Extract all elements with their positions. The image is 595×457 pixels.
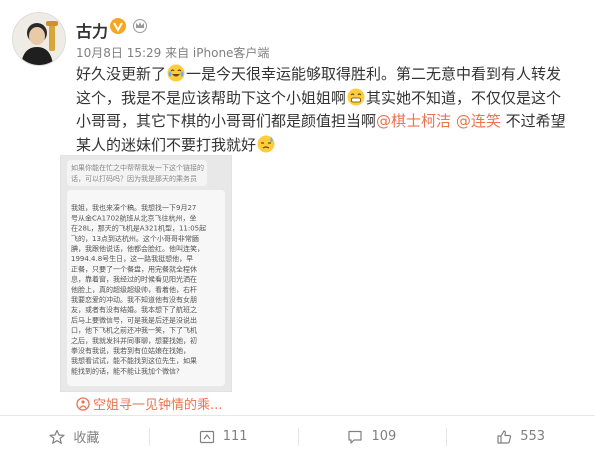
- avatar[interactable]: [12, 12, 66, 66]
- repost-button[interactable]: 111: [148, 416, 298, 457]
- weibo-post: 古力 10月8日 15:29 来自 iPhone客户端 好久没更新了 一是今天很幸…: [0, 0, 595, 457]
- post-image[interactable]: 如果你能在忙之中帮帮我发一下这个链接的 话，可以打码吗？因为我是那天的乘务员 我姐，…: [60, 155, 232, 392]
- grin-emoji-icon: [347, 88, 365, 105]
- image-content: 如果你能在忙之中帮帮我发一下这个链接的话，可以打码吗？因为我是那天的乘务员我姐，…: [61, 156, 231, 391]
- sweat-emoji-icon: [257, 135, 275, 152]
- verified-v-icon: [110, 18, 126, 34]
- action-bar: 收藏 111 109 553: [0, 416, 595, 457]
- image-text-line: 友，或者有没有结婚。我本想下了航班之: [71, 305, 197, 314]
- image-text-line: 腆，我跟他说话，他都会脸红。他叫连笑，: [71, 244, 204, 253]
- image-text-line: 后马上要微信号，可是我是后还是没说出: [71, 315, 197, 324]
- image-text-line: 号从金CA1702航班从北京飞往杭州，坐: [71, 213, 197, 222]
- source-link-label: 空姐寻一见钟情的乘...: [93, 398, 223, 413]
- source-link[interactable]: 空姐寻一见钟情的乘...: [76, 394, 222, 413]
- image-text-line: 口，他下飞机之前还冲我一笑，下了飞机: [71, 326, 197, 335]
- like-button[interactable]: 553: [446, 416, 595, 457]
- image-text-line: 飞的，13点到达杭州。这个小哥哥非常腼: [71, 234, 199, 243]
- image-text-line: 如果你能在忙之中帮帮我发一下这个链接的: [71, 163, 204, 172]
- link-icon: [76, 397, 90, 411]
- laugh-cry-emoji-icon: [167, 64, 185, 82]
- image-text-line: 拳没有我说，我若到有位姑娘在找她，: [71, 346, 190, 355]
- favorite-button[interactable]: 收藏: [0, 416, 149, 457]
- comment-button[interactable]: 109: [297, 416, 447, 457]
- image-text-line: 在28L，那天的飞机是A321机型，11:05起: [71, 224, 206, 233]
- post-body: 好久没更新了 一是今天很幸运能够取得胜利。第二无意中看到有人转发这个，我是不是应该…: [76, 63, 576, 157]
- mention-link-kejie[interactable]: @棋士柯洁: [376, 112, 451, 130]
- member-crown-icon[interactable]: [132, 17, 148, 33]
- image-text-line: 我要恋爱的冲动。我不知道他有没有女朋: [71, 295, 197, 304]
- like-count: 553: [520, 429, 546, 444]
- mention-link-lianxiao[interactable]: @连笑: [456, 112, 501, 130]
- repost-count: 111: [222, 429, 248, 444]
- favorite-label: 收藏: [73, 431, 100, 446]
- image-text-line: 正餐，只要了一个餐盘，用完餐就全程休: [71, 264, 197, 273]
- image-text-line: 1994.4.8号生日，这一路我挺想他，早: [71, 254, 193, 263]
- image-text-line: 我姐，我也来凑个稿。我想找一下9月27: [71, 203, 196, 212]
- image-text-line: 能找到的话，能不能让我加个微信?: [71, 366, 180, 375]
- image-text-line: 话，可以打码吗？因为我是那天的乘务员: [71, 174, 197, 183]
- image-text-line: 之后，我就发抖并同事聊，想要找她，初: [71, 336, 197, 345]
- image-text-line: 息，靠着窗，我经过的时候看见阳光洒在: [71, 275, 197, 284]
- body-text-segment: 好久没更新了: [76, 65, 167, 83]
- post-meta: 10月8日 15:29 来自 iPhone客户端: [76, 46, 270, 60]
- repost-icon: [199, 430, 214, 443]
- image-text-line: 我想看试试，能不能找到这位先生，如果: [71, 356, 197, 365]
- comment-count: 109: [371, 429, 397, 444]
- thumbs-up-icon: [497, 429, 512, 444]
- star-icon: [49, 429, 65, 444]
- comment-icon: [348, 430, 363, 444]
- username[interactable]: 古力: [76, 18, 108, 42]
- image-text-line: 他脸上，真的超级超级帅，看着他，右杆: [71, 285, 197, 294]
